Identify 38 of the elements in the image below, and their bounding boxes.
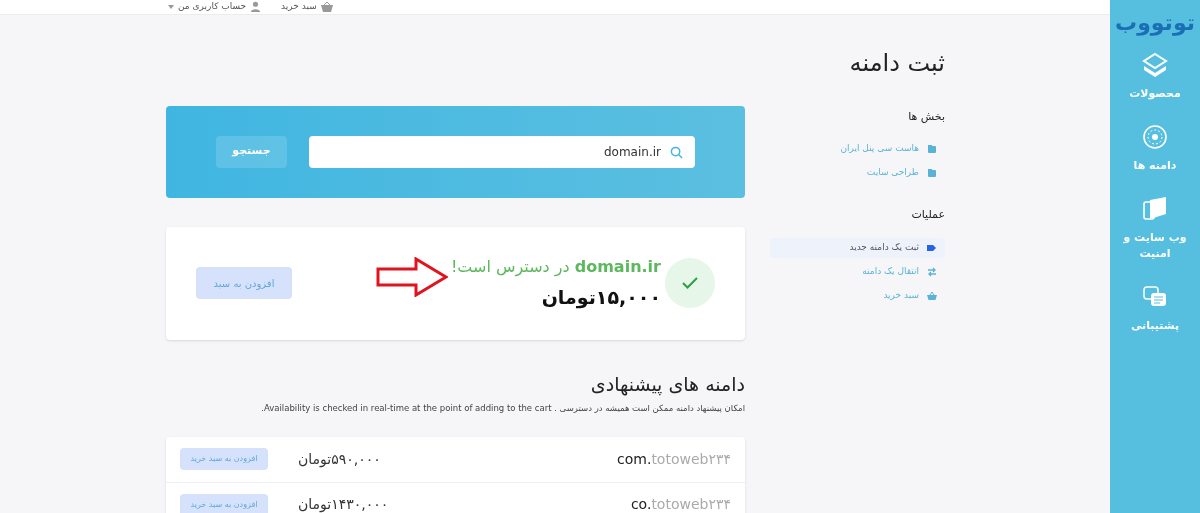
price-text: ۱۴۳۰,۰۰۰تومان — [298, 495, 389, 513]
logo: توتووب — [1115, 12, 1195, 34]
arrows-icon — [927, 266, 937, 277]
sidebar-item[interactable]: ثبت یک دامنه جدید — [770, 237, 945, 258]
search-button[interactable]: جستجو — [216, 135, 287, 168]
add-to-cart-button[interactable]: افزودن به سبد خرید — [180, 448, 268, 471]
section-heading: بخش ها — [907, 108, 945, 125]
price-text: ۵۹۰,۰۰۰تومان — [298, 449, 381, 470]
sidebar-item[interactable]: طراحی سایت — [770, 163, 945, 183]
section-heading: عملیات — [910, 207, 945, 223]
page-title: ثبت دامنه — [848, 47, 945, 79]
nav-item[interactable]: پشتیبانی — [1110, 284, 1200, 334]
caret-icon — [168, 4, 174, 9]
basket-icon — [927, 290, 937, 301]
basket-icon — [320, 1, 333, 12]
globe-icon — [1142, 124, 1168, 150]
search-field[interactable]: domain.ir — [309, 135, 695, 168]
account-menu[interactable]: حساب کاربری من — [168, 0, 262, 14]
layers-icon — [1142, 52, 1168, 78]
sidebar-item[interactable]: هاست سی پنل ایران — [770, 139, 945, 159]
tag-icon — [927, 242, 937, 253]
sidebar-item[interactable]: سبد خرید — [770, 285, 945, 306]
book-icon — [1142, 196, 1168, 222]
price-text: ۱۵,۰۰۰تومان — [540, 284, 661, 311]
nav-item[interactable]: وب سایت و امنیت — [1110, 196, 1200, 262]
check-icon — [682, 277, 698, 289]
folder-icon — [927, 168, 937, 178]
nav-item[interactable]: محصولات — [1110, 52, 1200, 102]
sidebar-item[interactable]: انتقال یک دامنه — [770, 261, 945, 282]
add-to-cart-button[interactable]: افزودن به سبد خرید — [180, 493, 268, 513]
folder-icon — [927, 144, 937, 154]
add-to-cart-button[interactable]: افزودن به سبد — [196, 267, 292, 299]
cart-link[interactable]: سبد خرید — [281, 0, 333, 14]
user-icon — [250, 1, 262, 13]
nav-item[interactable]: دامنه ها — [1110, 124, 1200, 174]
availability-note: امکان پیشنهاد دامنه ممکن است همیشه در دسترسی . Availability is checked in real-time at the point of adding to the cart. — [260, 402, 745, 415]
section-title: دامنه های پیشنهادی — [589, 371, 745, 398]
search-icon — [670, 145, 683, 159]
